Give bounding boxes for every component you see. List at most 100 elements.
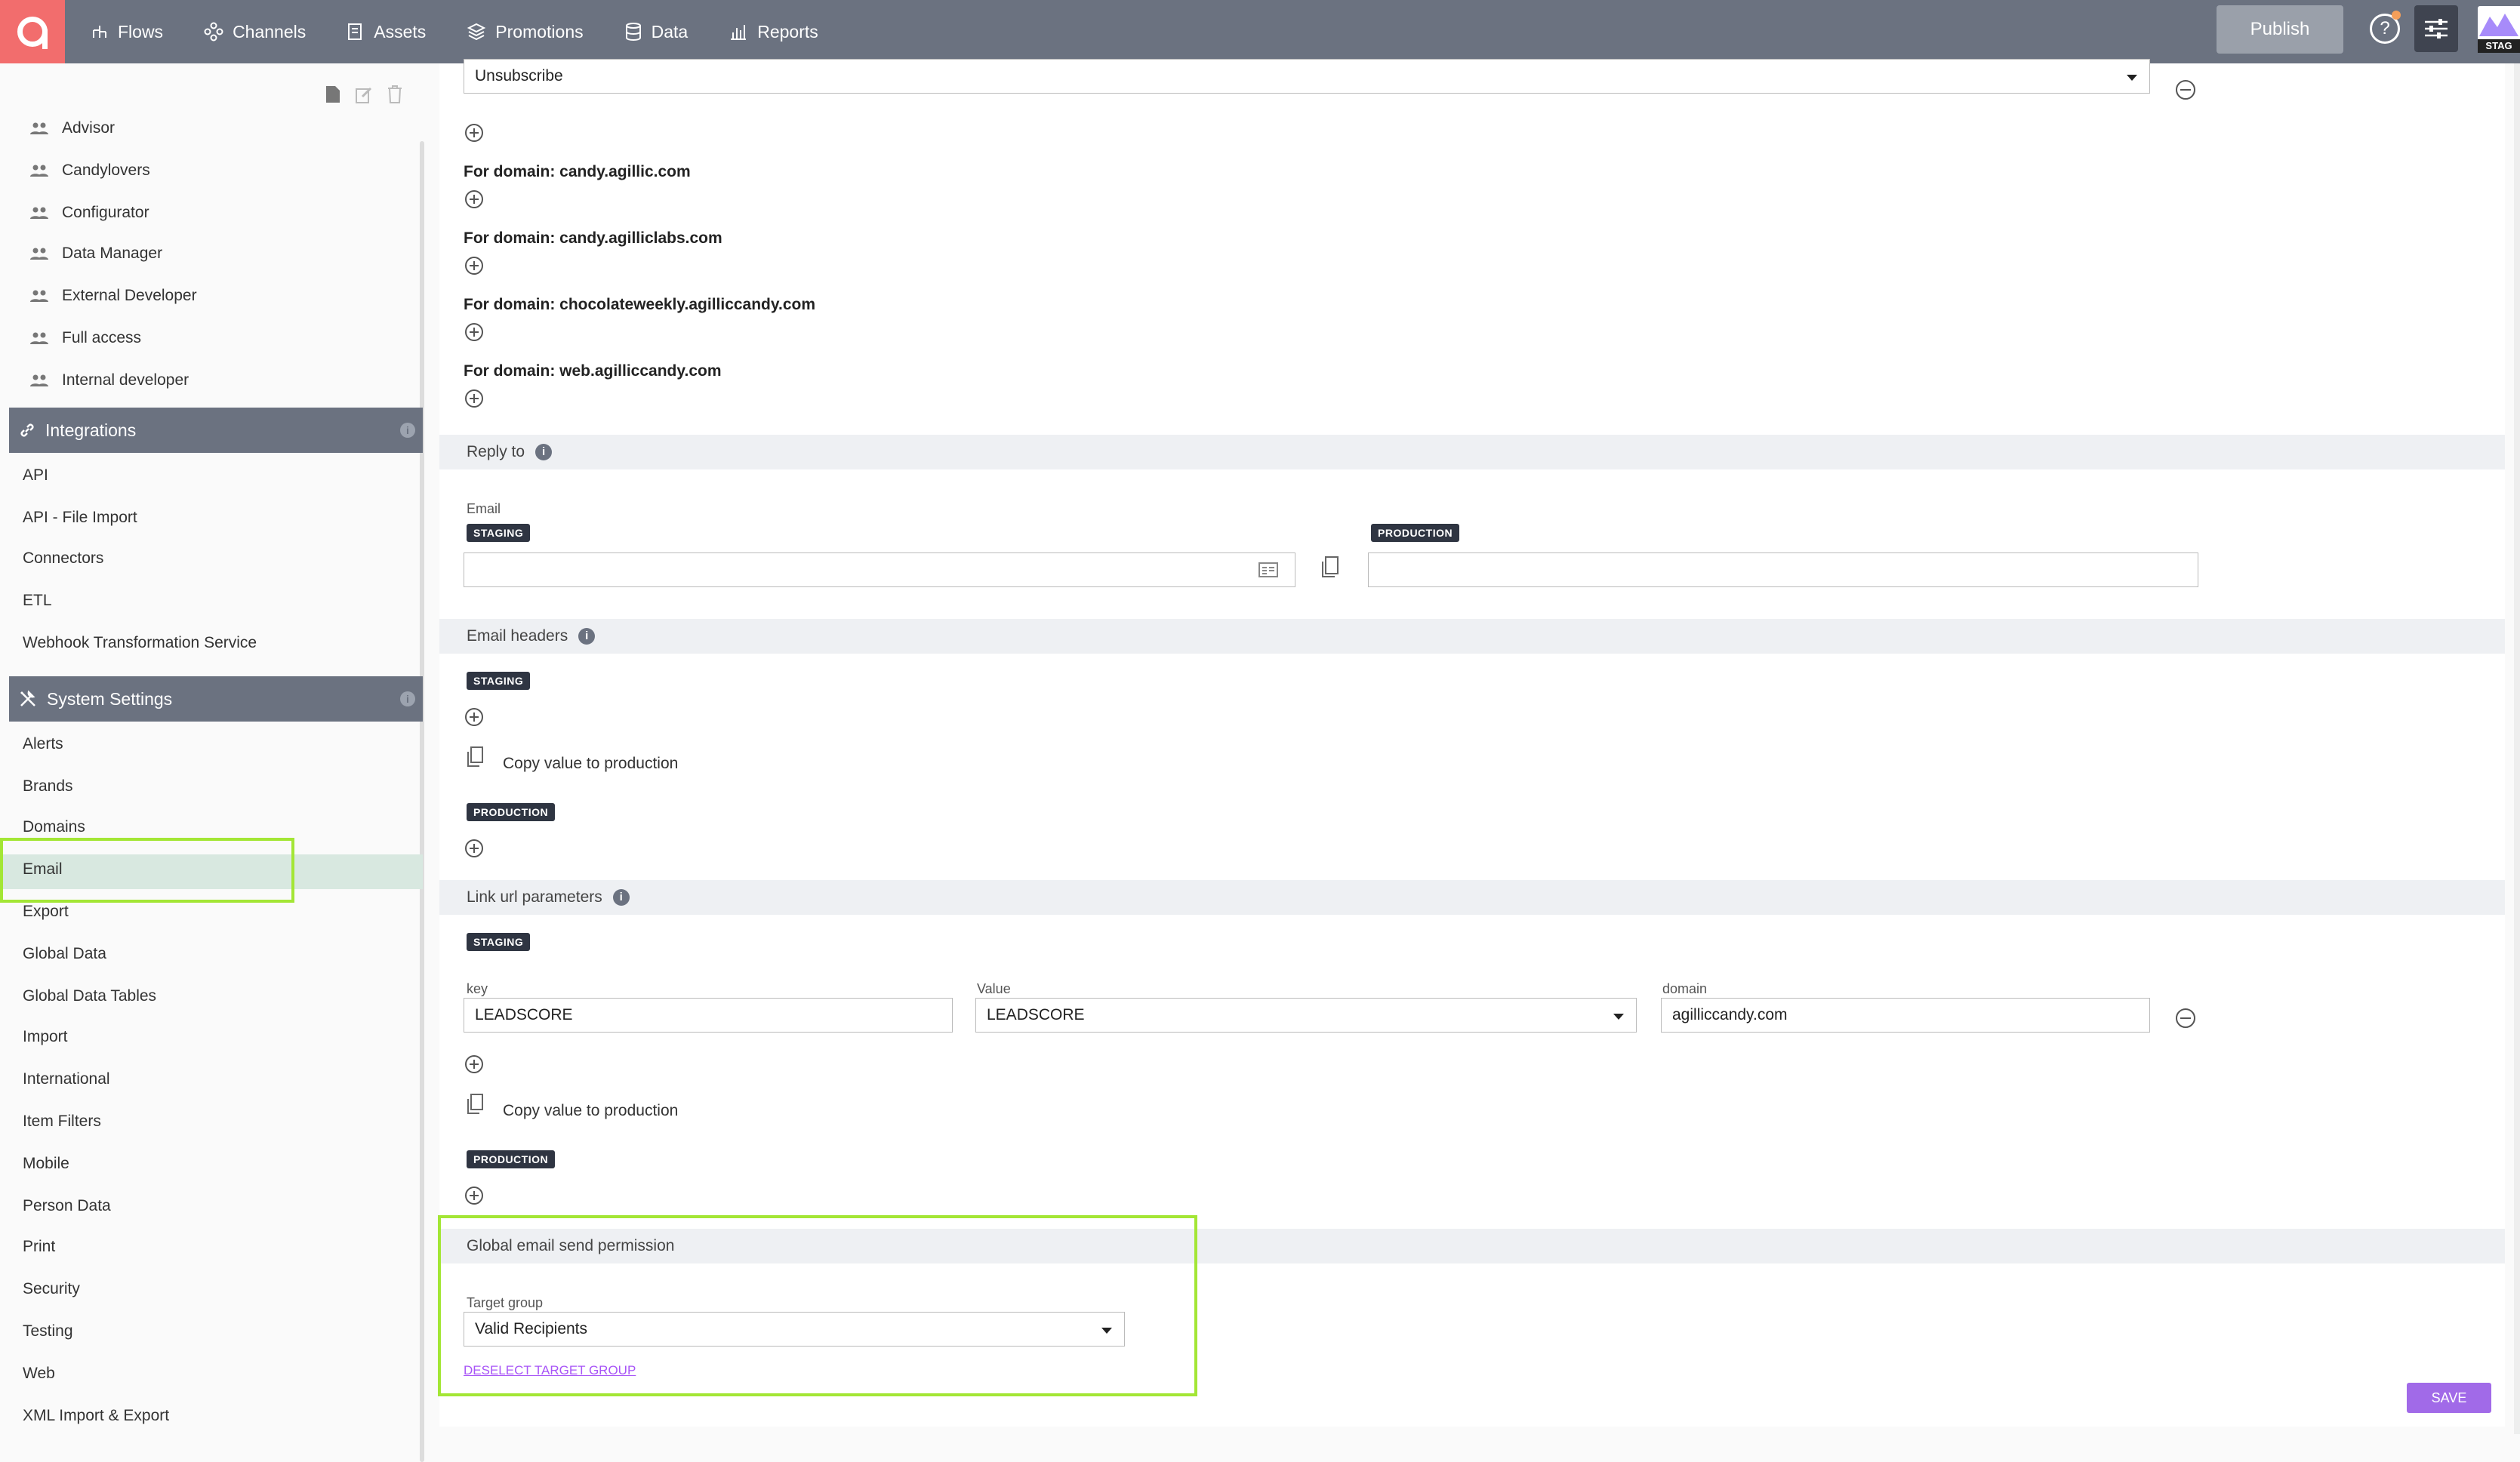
param-domain-input[interactable]: agilliccandy.com [1661,998,2150,1033]
nav-data-label: Data [651,21,689,42]
top-navigation-bar: Flows Channels Assets Promotions Data Re… [0,0,2520,63]
info-icon[interactable]: i [400,423,415,438]
publish-button[interactable]: Publish [2217,5,2343,54]
nav-reports[interactable]: Reports [729,22,818,42]
role-label: Configurator [62,204,149,221]
remove-row-icon[interactable] [2176,80,2195,100]
sidebar-item-export[interactable]: Export [23,903,69,921]
domain-label: domain [1662,981,1708,996]
sidebar-role-full-access[interactable]: Full access [30,329,141,347]
integrations-header[interactable]: Integrations i [9,408,423,453]
sidebar-item-etl[interactable]: ETL [23,592,52,610]
environment-badge[interactable]: STAG [2478,6,2520,53]
sidebar-item-email[interactable]: Email [23,860,63,879]
add-param-icon[interactable] [465,1055,483,1073]
sidebar-role-configurator[interactable]: Configurator [30,204,149,222]
reply-to-production-input[interactable] [1368,552,2198,587]
nav-flows[interactable]: Flows [91,22,163,42]
new-document-icon[interactable] [325,85,341,104]
sliders-icon [2425,19,2448,38]
sidebar-item-api-file-import[interactable]: API - File Import [23,509,137,527]
info-icon[interactable]: i [400,691,415,706]
role-label: Candylovers [62,162,150,179]
domain-heading: For domain: candy.agilliclabs.com [464,229,722,247]
info-icon[interactable]: i [578,628,596,645]
staging-badge: STAGING [467,672,531,690]
sidebar-role-data-manager[interactable]: Data Manager [30,245,162,263]
nav-channels[interactable]: Channels [204,22,306,42]
save-button[interactable]: SAVE [2407,1383,2491,1413]
users-icon [30,248,48,260]
add-row-icon[interactable] [465,257,483,275]
param-key-input[interactable]: LEADSCORE [464,998,953,1033]
nav-data[interactable]: Data [624,21,689,42]
sidebar-item-item-filters[interactable]: Item Filters [23,1113,101,1131]
integrations-title: Integrations [45,420,137,440]
sidebar-item-mobile[interactable]: Mobile [23,1155,69,1173]
add-header-icon[interactable] [465,708,483,726]
sidebar-item-alerts[interactable]: Alerts [23,735,63,753]
copy-to-production-link[interactable]: Copy value to production [503,755,678,773]
sidebar-item-webhook[interactable]: Webhook Transformation Service [23,634,257,652]
nav-assets[interactable]: Assets [347,22,426,42]
email-headers-section-header: Email headers i [439,619,2505,654]
role-label: Data Manager [62,245,163,262]
sidebar-item-brands[interactable]: Brands [23,777,73,796]
system-settings-header[interactable]: System Settings i [9,676,423,722]
sidebar-item-testing[interactable]: Testing [23,1322,73,1340]
link-url-parameters-section-header: Link url parameters i [439,880,2505,915]
copy-icon[interactable] [1320,556,1341,580]
sidebar-role-external-developer[interactable]: External Developer [30,287,197,305]
nav-promotions[interactable]: Promotions [467,22,584,42]
sidebar: Advisor Candylovers Configurator Data Ma… [0,63,432,1462]
edit-icon[interactable] [355,85,373,104]
domain-heading: For domain: web.agilliccandy.com [464,362,722,380]
agillic-logo[interactable] [0,0,65,63]
sidebar-item-global-data[interactable]: Global Data [23,945,106,963]
sidebar-item-domains[interactable]: Domains [23,818,85,836]
info-icon[interactable]: i [612,889,630,906]
sidebar-item-api[interactable]: API [23,466,48,485]
role-label: External Developer [62,287,197,304]
unsubscribe-select[interactable]: Unsubscribe [464,59,2150,94]
sidebar-role-candylovers[interactable]: Candylovers [30,162,150,180]
add-row-icon[interactable] [465,389,483,408]
nav-flows-label: Flows [118,21,164,42]
mountain-icon [2479,14,2518,36]
remove-param-icon[interactable] [2176,1008,2195,1028]
reports-icon [731,25,747,40]
chevron-down-icon [2127,75,2137,81]
sidebar-item-web[interactable]: Web [23,1365,55,1383]
copy-to-production-link[interactable]: Copy value to production [503,1102,678,1120]
sidebar-role-internal-developer[interactable]: Internal developer [30,371,189,389]
sidebar-item-print[interactable]: Print [23,1238,55,1256]
email-label: Email [467,501,501,516]
sidebar-item-connectors[interactable]: Connectors [23,549,103,568]
trash-icon[interactable] [387,85,403,104]
copy-icon[interactable] [465,746,485,768]
sidebar-scrollbar[interactable] [420,141,424,1462]
sidebar-item-security[interactable]: Security [23,1280,80,1298]
sidebar-item-international[interactable]: International [23,1070,110,1088]
main-scrollbar[interactable] [2514,63,2520,1434]
tools-icon [20,690,35,706]
database-icon [625,23,641,42]
system-settings-title: System Settings [47,688,173,709]
sidebar-role-advisor[interactable]: Advisor [30,119,115,137]
add-row-icon[interactable] [465,323,483,341]
add-row-icon[interactable] [465,124,483,142]
sidebar-item-import[interactable]: Import [23,1028,68,1046]
reply-to-staging-input[interactable] [464,552,1295,587]
address-card-icon[interactable] [1258,562,1278,577]
info-icon[interactable]: i [535,444,553,460]
sidebar-item-global-data-tables[interactable]: Global Data Tables [23,987,156,1005]
sidebar-item-person-data[interactable]: Person Data [23,1197,111,1215]
add-row-icon[interactable] [465,190,483,208]
settings-sliders-button[interactable] [2414,5,2458,52]
sidebar-item-xml-import-export[interactable]: XML Import & Export [23,1407,169,1425]
add-param-icon[interactable] [465,1187,483,1205]
production-badge: PRODUCTION [467,1150,556,1168]
param-value-select[interactable]: LEADSCORE [975,998,1637,1033]
add-header-icon[interactable] [465,839,483,857]
copy-icon[interactable] [465,1093,485,1116]
